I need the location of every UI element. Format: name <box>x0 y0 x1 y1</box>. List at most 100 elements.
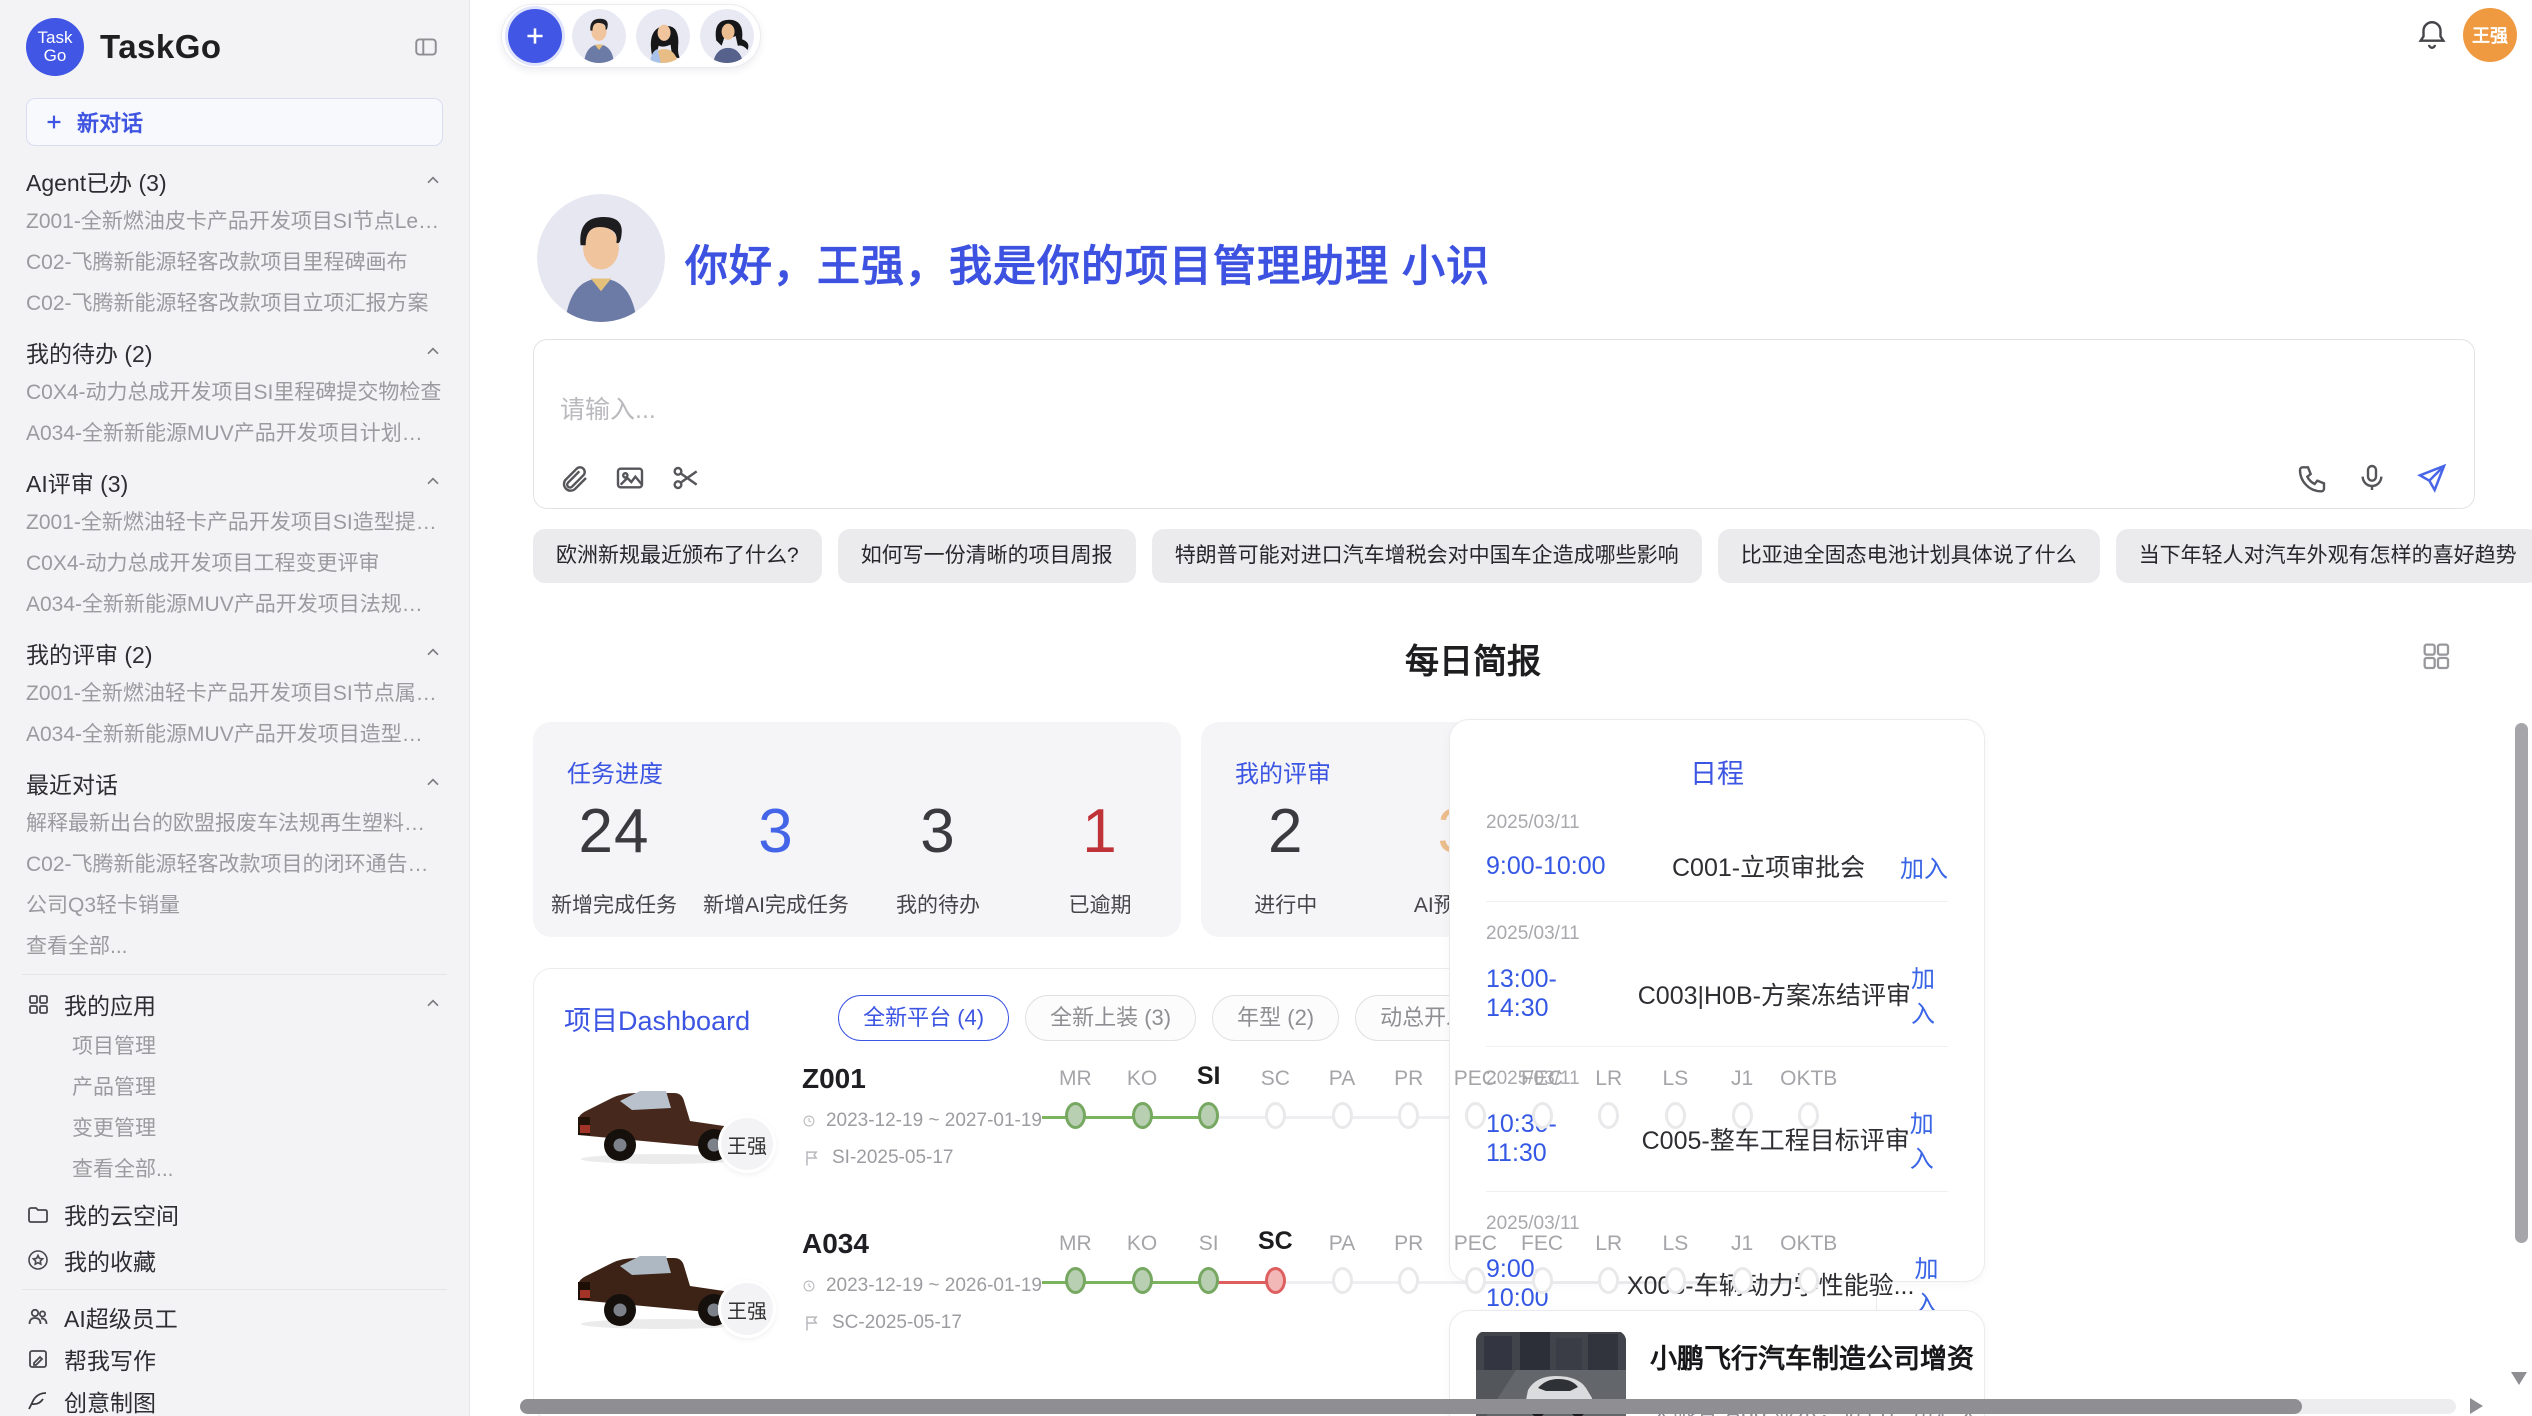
suggestion-chip[interactable]: 如何写一份清晰的项目周报 <box>838 529 1136 583</box>
milestone-node-overdue <box>1265 1267 1286 1294</box>
list-item[interactable]: C02-飞腾新能源轻客改款项目的闭环通告反馈情况 <box>26 852 443 878</box>
people-icon <box>26 1305 50 1329</box>
horizontal-scrollbar-track[interactable] <box>520 1399 2456 1414</box>
sidebar-item-creative-draw[interactable]: 创意制图 <box>26 1386 443 1416</box>
scissors-icon[interactable] <box>670 462 702 494</box>
list-item[interactable]: Z001-全新燃油皮卡产品开发项目SI节点Lesson Learn报告 <box>26 209 443 235</box>
sidebar-item-my-apps[interactable]: 我的应用 <box>26 989 443 1019</box>
sidebar-item-project-mgmt[interactable]: 项目管理 <box>26 1034 443 1060</box>
tab-new-body[interactable]: 全新上装 (3) <box>1025 995 1196 1041</box>
tab-new-platform[interactable]: 全新平台 (4) <box>838 995 1009 1041</box>
stat-label: 进行中 <box>1201 889 1371 919</box>
horizontal-scrollbar-thumb[interactable] <box>520 1399 2302 1414</box>
section-recent-chats[interactable]: 最近对话 <box>26 770 443 796</box>
view-all-apps[interactable]: 查看全部... <box>26 1157 443 1183</box>
scroll-right-arrow-icon[interactable] <box>2470 1398 2483 1414</box>
milestone-label: LR <box>1575 1224 1642 1256</box>
image-icon[interactable] <box>614 462 646 494</box>
section-my-todo[interactable]: 我的待办 (2) <box>26 339 443 365</box>
section-ai-review[interactable]: AI评审 (3) <box>26 469 443 495</box>
milestone-node <box>1465 1267 1486 1294</box>
chevron-up-icon[interactable] <box>423 773 443 793</box>
sidebar-item-cloud-space[interactable]: 我的云空间 <box>26 1199 443 1229</box>
sidebar-item-product-mgmt[interactable]: 产品管理 <box>26 1075 443 1101</box>
attachment-icon[interactable] <box>558 462 590 494</box>
suggestion-chip[interactable]: 特朗普可能对进口汽车增税会对中国车企造成哪些影响 <box>1152 529 1702 583</box>
sidebar-item-ai-employee[interactable]: AI超级员工 <box>26 1302 443 1332</box>
list-item[interactable]: 公司Q3轻卡销量 <box>26 893 443 919</box>
owner-avatar: 王强 <box>718 1115 776 1173</box>
chat-input[interactable] <box>560 396 1960 425</box>
layout-grid-icon[interactable] <box>2420 640 2452 672</box>
logo-line1: Task <box>38 29 73 47</box>
sidebar-collapse-icon[interactable] <box>409 31 443 63</box>
chevron-up-icon[interactable] <box>423 643 443 663</box>
composer-left-tools <box>558 462 702 494</box>
sidebar-item-help-write[interactable]: 帮我写作 <box>26 1344 443 1374</box>
suggestion-chip[interactable]: 欧洲新规最近颁布了什么? <box>533 529 822 583</box>
send-icon[interactable] <box>2416 462 2448 494</box>
microphone-icon[interactable] <box>2356 462 2388 494</box>
scroll-down-arrow-icon[interactable] <box>2511 1372 2527 1385</box>
date-range: 2023-12-19 ~ 2026-01-19 <box>826 1275 1042 1297</box>
join-button[interactable]: 加入 <box>1910 1104 1948 1174</box>
list-item[interactable]: C02-飞腾新能源轻客改款项目里程碑画布 <box>26 250 443 276</box>
flag-icon <box>802 1148 822 1168</box>
chevron-up-icon[interactable] <box>423 994 443 1014</box>
agent-avatar-1[interactable] <box>572 9 626 63</box>
milestone-label: LR <box>1575 1059 1642 1091</box>
suggestion-chip[interactable]: 比亚迪全固态电池计划具体说了什么 <box>1718 529 2100 583</box>
suggestion-chip[interactable]: 当下年轻人对汽车外观有怎样的喜好趋势 <box>2116 529 2532 583</box>
suggestion-chips: 欧洲新规最近颁布了什么? 如何写一份清晰的项目周报 特朗普可能对进口汽车增税会对… <box>533 529 2532 583</box>
list-item[interactable]: C0X4-动力总成开发项目工程变更评审 <box>26 551 443 577</box>
section-title: AI评审 (3) <box>26 465 128 499</box>
stat-label: 我的待办 <box>857 889 1019 919</box>
list-item[interactable]: C0X4-动力总成开发项目SI里程碑提交物检查 <box>26 380 443 406</box>
list-item[interactable]: Z001-全新燃油轻卡产品开发项目SI节点属性5D文件评审 <box>26 681 443 707</box>
list-item[interactable]: A034-全新新能源MUV产品开发项目造型可行性评审 <box>26 722 443 748</box>
list-item[interactable]: A034-全新新能源MUV产品开发项目计划变更表编写 <box>26 421 443 447</box>
milestone-label: OKTB <box>1775 1059 1842 1091</box>
agent-switcher <box>501 4 761 68</box>
task-progress-card: 任务进度 24 新增完成任务 3 新增AI完成任务 3 我的待办 1 已逾期 <box>533 722 1181 937</box>
creative-draw-label: 创意制图 <box>64 1384 156 1416</box>
join-button[interactable]: 加入 <box>1911 959 1948 1029</box>
list-item[interactable]: 解释最新出台的欧盟报废车法规再生塑料比例被调至15%... <box>26 811 443 837</box>
milestone-label: J1 <box>1709 1059 1776 1091</box>
chevron-up-icon[interactable] <box>423 472 443 492</box>
event-time: 9:00-10:00 <box>1486 852 1636 881</box>
list-item[interactable]: C02-飞腾新能源轻客改款项目立项汇报方案 <box>26 291 443 317</box>
add-agent-button[interactable] <box>508 9 562 63</box>
milestone-node <box>1398 1267 1419 1294</box>
chevron-up-icon[interactable] <box>423 171 443 191</box>
vertical-scrollbar-thumb[interactable] <box>2515 723 2528 1243</box>
milestone-node <box>1665 1267 1686 1294</box>
list-item[interactable]: A034-全新新能源MUV产品开发项目法规符合性评审 <box>26 592 443 618</box>
chevron-up-icon[interactable] <box>423 342 443 362</box>
agent-avatar-2[interactable] <box>636 9 690 63</box>
sidebar: Task Go TaskGo 新对话 Agent已办 (3) Z001-全新燃油… <box>0 0 470 1416</box>
user-avatar[interactable]: 王强 <box>2463 8 2517 62</box>
tab-year-model[interactable]: 年型 (2) <box>1212 995 1339 1041</box>
join-button[interactable]: 加入 <box>1914 1249 1948 1319</box>
agent-avatar-3[interactable] <box>700 9 754 63</box>
milestone-columns: MR KO SI SC PA PR PEC FEC LR LS J1 OKTB <box>1042 1059 1842 1129</box>
stats-row: 24 新增完成任务 3 新增AI完成任务 3 我的待办 1 已逾期 <box>533 796 1181 919</box>
phone-icon[interactable] <box>2296 462 2328 494</box>
join-button[interactable]: 加入 <box>1900 849 1948 884</box>
milestone-label: SI <box>1175 1224 1242 1256</box>
section-agent-done[interactable]: Agent已办 (3) <box>26 168 443 194</box>
notifications-bell-icon[interactable] <box>2415 18 2449 52</box>
milestone-label-active: SC <box>1242 1224 1309 1256</box>
sidebar-item-favorites[interactable]: 我的收藏 <box>26 1245 443 1275</box>
new-chat-button[interactable]: 新对话 <box>26 98 443 146</box>
stat: 24 新增完成任务 <box>533 796 695 919</box>
quill-icon <box>26 1389 50 1413</box>
sidebar-item-change-mgmt[interactable]: 变更管理 <box>26 1116 443 1142</box>
section-my-review[interactable]: 我的评审 (2) <box>26 640 443 666</box>
project-dates: 2023-12-19 ~ 2026-01-19 <box>802 1275 1042 1297</box>
milestone-columns: MR KO SI SC PA PR PEC FEC LR LS J1 OKTB <box>1042 1224 1842 1294</box>
view-all-chats[interactable]: 查看全部... <box>26 934 443 960</box>
list-item[interactable]: Z001-全新燃油轻卡产品开发项目SI造型提交物评审 <box>26 510 443 536</box>
apps-grid-icon <box>26 992 50 1016</box>
